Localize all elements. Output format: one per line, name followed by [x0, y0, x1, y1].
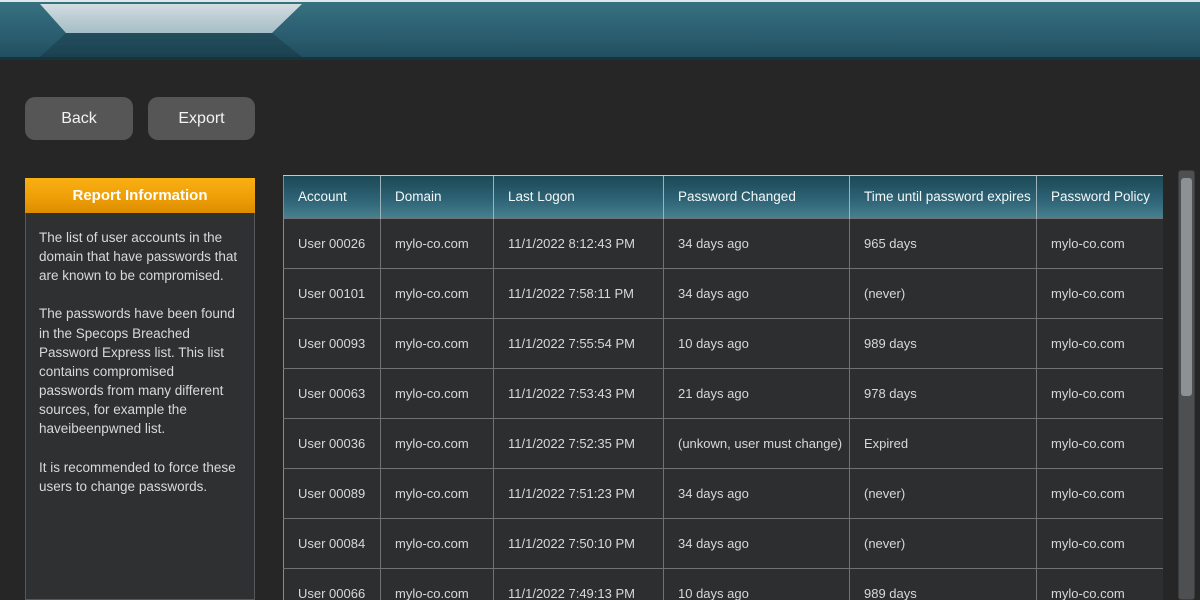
back-button[interactable]: Back — [25, 97, 133, 140]
breached-users-table: Account Domain Last Logon Password Chang… — [283, 175, 1163, 600]
info-paragraph: The passwords have been found in the Spe… — [39, 304, 241, 438]
scrollbar-thumb[interactable] — [1181, 178, 1192, 396]
report-information-text: The list of user accounts in the domain … — [25, 213, 255, 600]
column-header-account[interactable]: Account — [284, 176, 381, 218]
column-header-domain[interactable]: Domain — [381, 176, 494, 218]
top-bar — [0, 0, 1200, 60]
column-header-last-logon[interactable]: Last Logon — [494, 176, 664, 218]
table-row: User 00063mylo-co.com11/1/2022 7:53:43 P… — [284, 368, 1164, 418]
table-row: User 00084mylo-co.com11/1/2022 7:50:10 P… — [284, 518, 1164, 568]
info-paragraph: The list of user accounts in the domain … — [39, 228, 241, 285]
table-row: User 00066mylo-co.com11/1/2022 7:49:13 P… — [284, 568, 1164, 600]
table-row: User 00026mylo-co.com11/1/2022 8:12:43 P… — [284, 218, 1164, 268]
table-header-row: Account Domain Last Logon Password Chang… — [284, 176, 1164, 218]
column-header-password-policy[interactable]: Password Policy — [1037, 176, 1164, 218]
report-information-panel: Report Information The list of user acco… — [25, 178, 255, 600]
vertical-scrollbar[interactable] — [1178, 170, 1195, 600]
brand-tab-reflection — [40, 33, 302, 57]
brand-tab — [40, 4, 302, 33]
table-row: User 00101mylo-co.com11/1/2022 7:58:11 P… — [284, 268, 1164, 318]
export-button[interactable]: Export — [148, 97, 255, 140]
column-header-password-changed[interactable]: Password Changed — [664, 176, 850, 218]
info-paragraph: It is recommended to force these users t… — [39, 458, 241, 496]
report-information-title: Report Information — [25, 178, 255, 213]
table-row: User 00093mylo-co.com11/1/2022 7:55:54 P… — [284, 318, 1164, 368]
column-header-time-until-password-expires[interactable]: Time until password expires — [850, 176, 1037, 218]
table-row: User 00089mylo-co.com11/1/2022 7:51:23 P… — [284, 468, 1164, 518]
table-row: User 00036mylo-co.com11/1/2022 7:52:35 P… — [284, 418, 1164, 468]
